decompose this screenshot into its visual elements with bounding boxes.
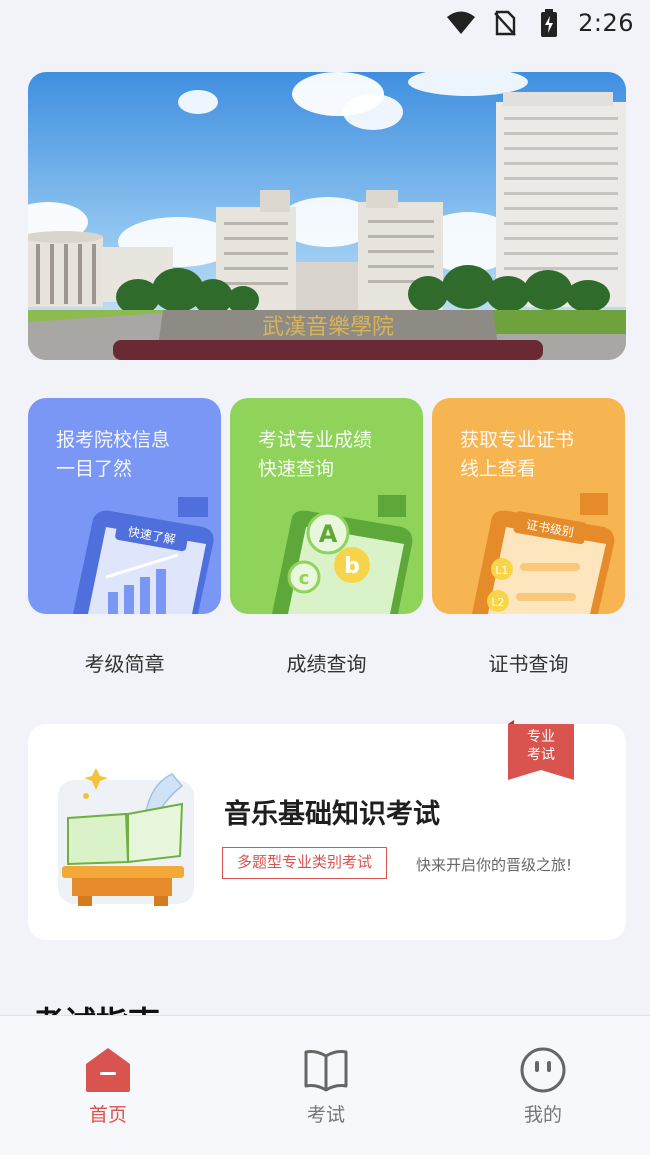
professional-exam-ribbon: 专业 考试 — [508, 720, 574, 780]
campus-banner[interactable]: 武漢音樂學院 — [28, 72, 626, 360]
open-book-desk-icon — [62, 768, 184, 906]
exam-subtitle: 快来开启你的晋级之旅! — [416, 856, 573, 874]
wifi-icon — [446, 9, 476, 37]
tab-home[interactable]: 首页 — [38, 1046, 178, 1127]
svg-text:c: c — [299, 568, 310, 589]
card-line2: 快速查询 — [258, 458, 335, 480]
card-line2: 线上查看 — [460, 458, 537, 480]
feature-card-scores[interactable]: 考试专业成绩 快速查询 A b c — [230, 398, 423, 614]
card-label-enrollment[interactable]: 考级简章 — [28, 648, 221, 677]
svg-text:L1: L1 — [495, 564, 508, 577]
book-icon — [304, 1050, 348, 1092]
exam-thumbnail — [58, 768, 194, 906]
exam-type-tag: 多题型专业类别考试 — [222, 847, 388, 879]
battery-charging-icon — [534, 9, 564, 37]
tab-profile[interactable]: 我的 — [473, 1046, 613, 1127]
campus-photo: 武漢音樂學院 — [28, 72, 626, 360]
brochure-chart-icon: 快速了解 — [73, 497, 214, 614]
card-line1: 报考院校信息 — [56, 429, 171, 451]
exam-card[interactable]: 音乐基础知识考试 多题型专业类别考试 快来开启你的晋级之旅! 专业 考试 — [28, 720, 626, 940]
no-sim-icon — [490, 9, 520, 37]
tab-label-profile: 我的 — [523, 1104, 562, 1126]
profile-face-icon — [520, 1047, 566, 1093]
bottom-tab-bar: 首页 考试 我的 — [0, 1015, 650, 1155]
tab-label-home: 首页 — [88, 1104, 127, 1126]
tab-exam[interactable]: 考试 — [256, 1046, 396, 1127]
ribbon-line1: 专业 — [527, 729, 555, 745]
status-time: 2:26 — [578, 9, 634, 37]
card-line2: 一目了然 — [56, 458, 133, 480]
svg-text:A: A — [319, 520, 338, 548]
campus-sign: 武漢音樂學院 — [262, 315, 394, 340]
ribbon-line2: 考试 — [527, 747, 555, 763]
certificate-book-icon: 证书级别 L1 L2 — [472, 493, 615, 614]
card-line1: 获取专业证书 — [460, 429, 575, 451]
exam-title: 音乐基础知识考试 — [224, 799, 440, 830]
home-icon — [86, 1048, 130, 1092]
svg-text:b: b — [344, 554, 360, 579]
tab-label-exam: 考试 — [306, 1104, 345, 1126]
svg-text:L2: L2 — [491, 596, 504, 609]
status-bar: 2:26 — [0, 0, 650, 46]
abc-book-icon: A b c — [272, 495, 413, 614]
feature-card-certificate[interactable]: 获取专业证书 线上查看 证书级别 L1 L2 — [432, 398, 625, 614]
card-line1: 考试专业成绩 — [258, 429, 373, 451]
card-label-certificate[interactable]: 证书查询 — [432, 648, 625, 677]
feature-card-enrollment[interactable]: 报考院校信息 一目了然 快速了解 — [28, 398, 221, 614]
card-label-scores[interactable]: 成绩查询 — [230, 648, 423, 677]
